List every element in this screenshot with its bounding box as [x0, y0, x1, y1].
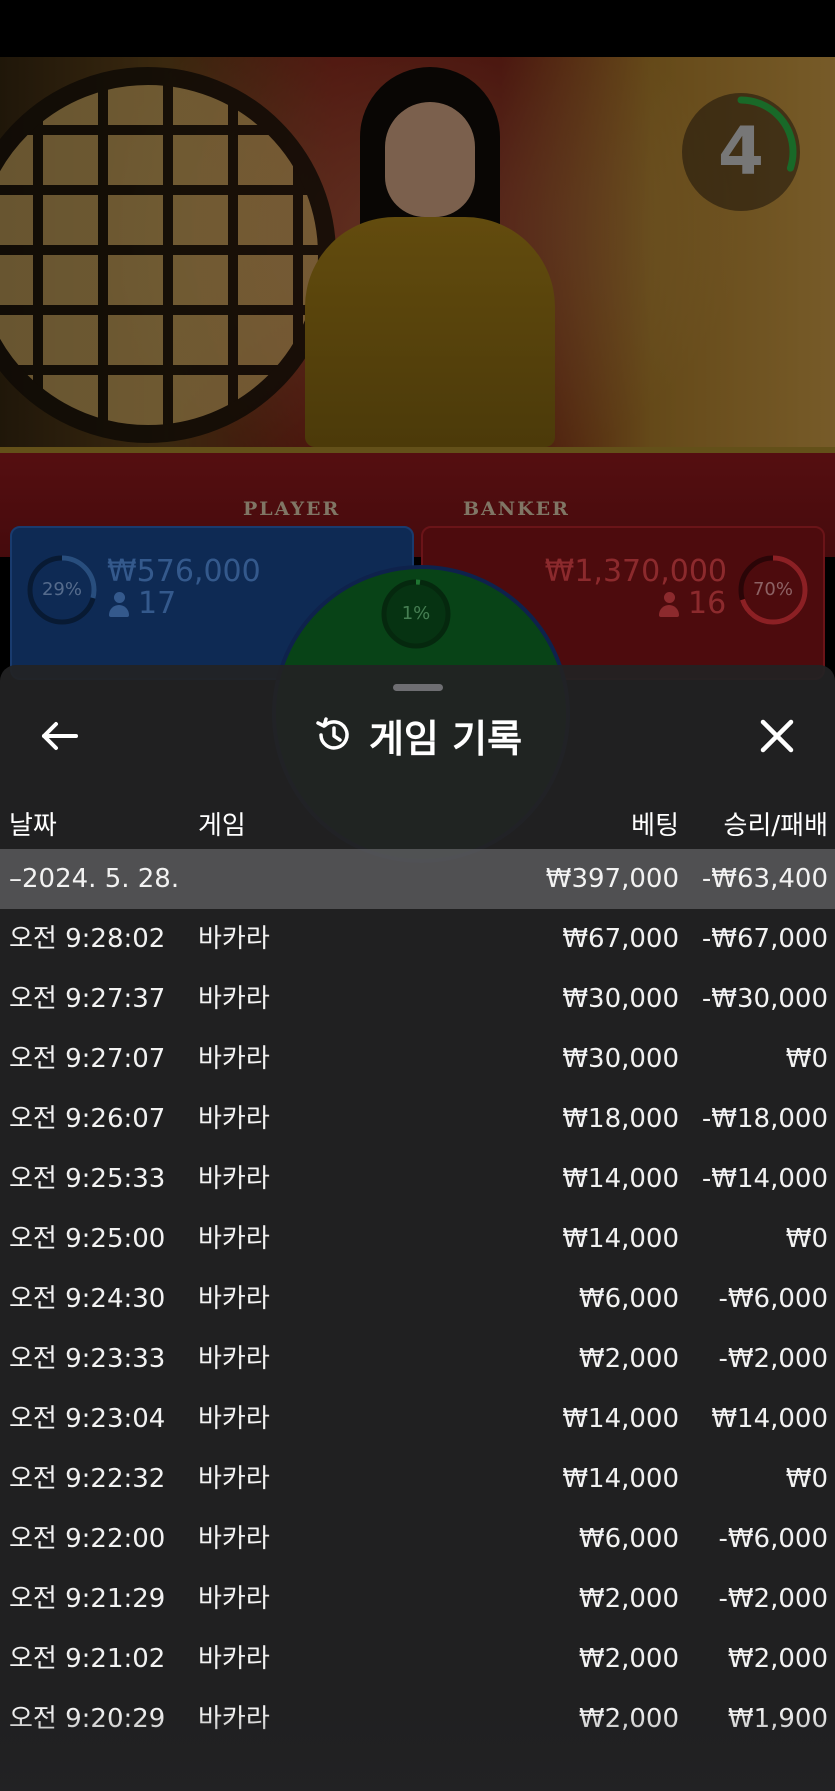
row-time: 오전 9:21:02 — [9, 1644, 166, 1674]
column-header-date: 날짜 — [9, 811, 57, 841]
row-time: 오전 9:23:04 — [9, 1404, 166, 1434]
row-bet: ₩2,000 — [578, 1704, 679, 1734]
row-time: 오전 9:27:37 — [9, 984, 166, 1014]
history-row[interactable]: 오전 9:23:33 바카라 ₩2,000 -₩2,000 — [0, 1329, 835, 1389]
row-bet: ₩67,000 — [562, 924, 679, 954]
row-game: 바카라 — [198, 1344, 270, 1374]
row-time: 오전 9:24:30 — [9, 1284, 166, 1314]
status-bar — [0, 0, 835, 57]
row-result: ₩0 — [785, 1044, 828, 1074]
close-button[interactable] — [752, 711, 802, 761]
row-time: 오전 9:27:07 — [9, 1044, 166, 1074]
row-bet: ₩18,000 — [562, 1104, 679, 1134]
row-time: 오전 9:25:33 — [9, 1164, 166, 1194]
row-bet: ₩14,000 — [562, 1164, 679, 1194]
row-result: -₩6,000 — [718, 1524, 828, 1554]
row-result: -₩30,000 — [701, 984, 828, 1014]
row-game: 바카라 — [198, 1284, 270, 1314]
game-history-sheet: 게임 기록 날짜 게임 베팅 승리/패배 –2024. 5. 28. ₩397,… — [0, 665, 835, 1791]
row-bet: ₩2,000 — [578, 1584, 679, 1614]
row-bet: ₩6,000 — [578, 1284, 679, 1314]
history-row[interactable]: 오전 9:24:30 바카라 ₩6,000 -₩6,000 — [0, 1269, 835, 1329]
history-row[interactable]: 오전 9:27:37 바카라 ₩30,000 -₩30,000 — [0, 969, 835, 1029]
history-row[interactable]: 오전 9:22:32 바카라 ₩14,000 ₩0 — [0, 1449, 835, 1509]
close-icon — [760, 719, 794, 753]
history-row[interactable]: 오전 9:25:00 바카라 ₩14,000 ₩0 — [0, 1209, 835, 1269]
row-result: -₩2,000 — [718, 1584, 828, 1614]
row-time: 오전 9:26:07 — [9, 1104, 166, 1134]
history-list: –2024. 5. 28. ₩397,000 -₩63,400 오전 9:28:… — [0, 849, 835, 1749]
row-game: 바카라 — [198, 1584, 270, 1614]
row-bet: ₩14,000 — [562, 1404, 679, 1434]
date-summary-row[interactable]: –2024. 5. 28. ₩397,000 -₩63,400 — [0, 849, 835, 909]
history-row[interactable]: 오전 9:28:02 바카라 ₩67,000 -₩67,000 — [0, 909, 835, 969]
sheet-header: 게임 기록 — [0, 705, 835, 765]
history-row[interactable]: 오전 9:21:29 바카라 ₩2,000 -₩2,000 — [0, 1569, 835, 1629]
row-game: 바카라 — [198, 1044, 270, 1074]
summary-bet: ₩397,000 — [545, 864, 679, 894]
row-game: 바카라 — [198, 984, 270, 1014]
row-bet: ₩14,000 — [562, 1464, 679, 1494]
row-result: -₩6,000 — [718, 1284, 828, 1314]
row-game: 바카라 — [198, 1464, 270, 1494]
row-time: 오전 9:23:33 — [9, 1344, 166, 1374]
row-game: 바카라 — [198, 1164, 270, 1194]
drag-handle[interactable] — [393, 684, 443, 691]
history-row[interactable]: 오전 9:21:02 바카라 ₩2,000 ₩2,000 — [0, 1629, 835, 1689]
row-bet: ₩14,000 — [562, 1224, 679, 1254]
history-row[interactable]: 오전 9:27:07 바카라 ₩30,000 ₩0 — [0, 1029, 835, 1089]
summary-result: -₩63,400 — [701, 864, 828, 894]
row-game: 바카라 — [198, 1524, 270, 1554]
history-row[interactable]: 오전 9:22:00 바카라 ₩6,000 -₩6,000 — [0, 1509, 835, 1569]
history-row[interactable]: 오전 9:25:33 바카라 ₩14,000 -₩14,000 — [0, 1149, 835, 1209]
column-header-game: 게임 — [198, 811, 246, 841]
history-icon — [316, 717, 349, 750]
row-result: ₩0 — [785, 1224, 828, 1254]
column-header-result: 승리/패배 — [723, 811, 828, 841]
row-result: -₩18,000 — [701, 1104, 828, 1134]
row-game: 바카라 — [198, 1404, 270, 1434]
row-result: ₩14,000 — [711, 1404, 828, 1434]
row-time: 오전 9:22:32 — [9, 1464, 166, 1494]
row-result: ₩0 — [785, 1464, 828, 1494]
row-result: -₩2,000 — [718, 1344, 828, 1374]
row-result: ₩2,000 — [727, 1644, 828, 1674]
summary-date: –2024. 5. 28. — [9, 864, 180, 894]
row-game: 바카라 — [198, 1704, 270, 1734]
history-row[interactable]: 오전 9:23:04 바카라 ₩14,000 ₩14,000 — [0, 1389, 835, 1449]
row-time: 오전 9:22:00 — [9, 1524, 166, 1554]
row-bet: ₩6,000 — [578, 1524, 679, 1554]
row-bet: ₩30,000 — [562, 1044, 679, 1074]
row-time: 오전 9:20:29 — [9, 1704, 166, 1734]
row-game: 바카라 — [198, 1104, 270, 1134]
row-time: 오전 9:21:29 — [9, 1584, 166, 1614]
sheet-title: 게임 기록 — [368, 716, 523, 761]
column-header-bet: 베팅 — [631, 811, 679, 841]
row-bet: ₩30,000 — [562, 984, 679, 1014]
row-game: 바카라 — [198, 1224, 270, 1254]
row-game: 바카라 — [198, 1644, 270, 1674]
row-game: 바카라 — [198, 924, 270, 954]
row-result: -₩14,000 — [701, 1164, 828, 1194]
row-time: 오전 9:25:00 — [9, 1224, 166, 1254]
row-result: ₩1,900 — [727, 1704, 828, 1734]
row-bet: ₩2,000 — [578, 1344, 679, 1374]
history-row[interactable]: 오전 9:20:29 바카라 ₩2,000 ₩1,900 — [0, 1689, 835, 1749]
row-result: -₩67,000 — [701, 924, 828, 954]
row-time: 오전 9:28:02 — [9, 924, 166, 954]
history-row[interactable]: 오전 9:26:07 바카라 ₩18,000 -₩18,000 — [0, 1089, 835, 1149]
row-bet: ₩2,000 — [578, 1644, 679, 1674]
